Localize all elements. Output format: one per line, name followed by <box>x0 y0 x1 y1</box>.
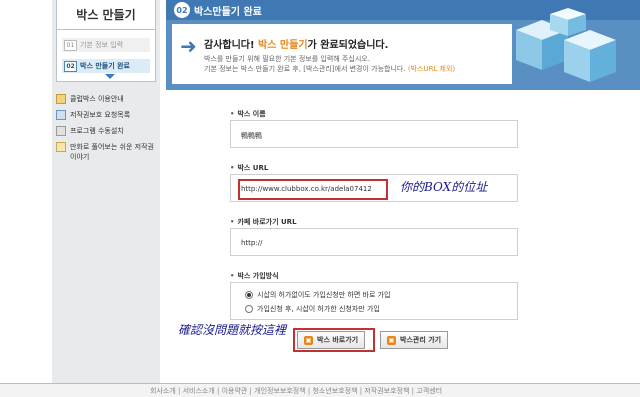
description: 박스를 만들기 위해 필요한 기본 정보를 입력해 주십시오. 기본 정보는 박… <box>204 54 455 74</box>
description-line-1: 박스를 만들기 위해 필요한 기본 정보를 입력해 주십시오. <box>204 55 370 63</box>
button-annotation: 確認沒問題就按這裡 <box>178 323 287 337</box>
step-1-number: 01 <box>64 39 77 51</box>
steps-box: 01 기본 정보 입력 02 박스 만들기 완료 <box>56 30 156 82</box>
gear-icon <box>56 126 66 136</box>
box-url-value: http://www.clubbox.co.kr/adela07412 <box>241 185 372 193</box>
join-option-approval[interactable]: 가입신청 후, 시삽이 허가한 신청자만 가입 <box>245 304 380 314</box>
step-1: 01 기본 정보 입력 <box>62 38 150 52</box>
step-arrow-icon <box>105 74 115 79</box>
box-icon: ▣ <box>304 335 313 345</box>
box-url-label: • 박스 URL <box>230 164 269 172</box>
thanks-message: 감사합니다! 박스 만들기가 완료되었습니다. <box>204 40 389 51</box>
join-option-open-label: 시삽의 허가없이도 가입신청만 하면 바로 가입 <box>257 291 391 299</box>
step-2-number: 02 <box>64 60 77 72</box>
sidebar-link-label: 프로그램 수동설치 <box>70 127 124 135</box>
go-box-button[interactable]: ▣ 박스 바로가기 <box>297 331 366 349</box>
radio-unselected-icon <box>245 305 253 313</box>
header-message-panel: ➜ 감사합니다! 박스 만들기가 완료되었습니다. 박스를 만들기 위해 필요한… <box>172 24 512 84</box>
footer-links: 회사소개 | 서비스소개 | 이용약관 | 개인정보보호정책 | 청소년보호정책… <box>150 387 443 395</box>
arrow-right-icon: ➜ <box>180 34 197 58</box>
sidebar-link-label: 클럽박스 이용안내 <box>70 95 124 103</box>
join-method-label: • 박스 가입방식 <box>230 272 279 280</box>
box-cubes-icon <box>516 8 616 82</box>
sidebar-link-comic[interactable]: 만화로 풀어보는 쉬운 저작권 이야기 <box>56 142 156 162</box>
box-name-label: • 박스 이름 <box>230 110 266 118</box>
footer: 회사소개 | 서비스소개 | 이용약관 | 개인정보보호정책 | 청소년보호정책… <box>0 384 640 397</box>
sidebar-link-guide[interactable]: 클럽박스 이용안내 <box>56 94 156 104</box>
box-name-field[interactable]: 鴨鴨鴨 <box>230 120 518 148</box>
header-step-number: 02 <box>174 2 190 18</box>
join-option-open[interactable]: 시삽의 허가없이도 가입신청만 하면 바로 가입 <box>245 290 391 300</box>
header-title: 박스만들기 완료 <box>194 6 262 18</box>
sidebar-links: 클럽박스 이용안내 저작권보호 요청목록 프로그램 수동설치 만화로 풀어보는 … <box>56 94 156 168</box>
sidebar-link-label: 저작권보호 요청목록 <box>70 111 131 119</box>
sidebar-title-box: 박스 만들기 <box>56 0 156 30</box>
step-2: 02 박스 만들기 완료 <box>62 59 150 73</box>
manage-box-button[interactable]: ▣ 박스관리 가기 <box>380 331 449 349</box>
box-name-value: 鴨鴨鴨 <box>241 132 262 140</box>
sidebar-link-manual-install[interactable]: 프로그램 수동설치 <box>56 126 156 136</box>
completion-header: 02 박스만들기 완료 ➜ 감사합니다! 박스 만들기가 완료되었습니다. 박스… <box>166 0 640 90</box>
document-icon <box>56 110 66 120</box>
radio-selected-icon <box>245 291 253 299</box>
cafe-url-field[interactable]: http:// <box>230 228 518 256</box>
sidebar-link-label: 만화로 풀어보는 쉬운 저작권 이야기 <box>70 143 154 161</box>
comic-icon <box>56 142 66 152</box>
cafe-url-value: http:// <box>241 239 263 247</box>
join-method-options: 시삽의 허가없이도 가입신청만 하면 바로 가입 가입신청 후, 시삽이 허가한… <box>230 282 518 320</box>
sidebar-link-copyright-list[interactable]: 저작권보호 요청목록 <box>56 110 156 120</box>
book-icon <box>56 94 66 104</box>
step-2-label: 박스 만들기 완료 <box>80 62 130 70</box>
join-option-approval-label: 가입신청 후, 시삽이 허가한 신청자만 가입 <box>257 305 380 313</box>
step-1-label: 기본 정보 입력 <box>80 41 124 49</box>
box-info-form: • 박스 이름 鴨鴨鴨 • 박스 URL http://www.clubbox.co… <box>230 108 520 320</box>
box-icon: ▣ <box>387 335 396 345</box>
description-line-2: 기본 정보는 박스 만들기 완료 후, [박스관리]에서 변경이 가능합니다. … <box>204 65 456 73</box>
cafe-url-label: • 카페 바로가기 URL <box>230 218 297 226</box>
sidebar-title: 박스 만들기 <box>76 8 136 22</box>
url-annotation: 你的BOX的位址 <box>400 180 488 194</box>
